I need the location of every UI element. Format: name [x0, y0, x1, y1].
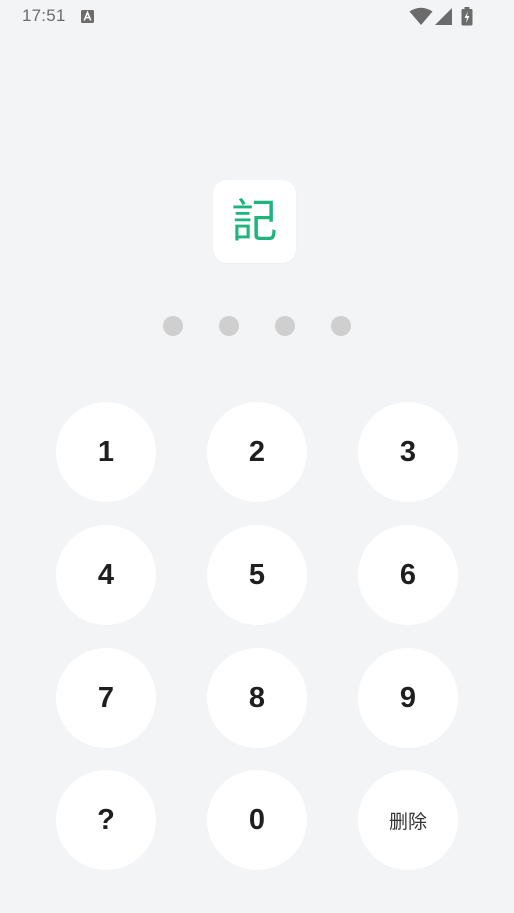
help-button-label: ? — [97, 803, 115, 836]
pin-dot-3 — [275, 316, 295, 336]
pin-dot-1 — [163, 316, 183, 336]
key-4-label: 4 — [97, 558, 115, 591]
signal-icon — [435, 8, 452, 25]
key-1[interactable]: 1 — [56, 402, 156, 502]
key-8[interactable]: 8 — [207, 648, 307, 748]
key-3-label: 3 — [399, 435, 417, 468]
status-bar: 17:51 — [0, 0, 514, 34]
key-4[interactable]: 4 — [56, 525, 156, 625]
delete-button[interactable]: 删除 — [358, 770, 458, 870]
key-8-label: 8 — [248, 681, 266, 714]
app-logo-char: 記 — [231, 194, 278, 248]
key-7[interactable]: 7 — [56, 648, 156, 748]
pin-dot-2 — [219, 316, 239, 336]
wifi-icon — [409, 7, 433, 25]
key-9-label: 9 — [399, 681, 417, 714]
key-6-label: 6 — [399, 558, 417, 591]
key-9[interactable]: 9 — [358, 648, 458, 748]
key-2-label: 2 — [248, 435, 266, 468]
help-button[interactable]: ? — [56, 770, 156, 870]
key-5-label: 5 — [248, 558, 266, 591]
a-box-icon — [81, 10, 94, 23]
key-2[interactable]: 2 — [207, 402, 307, 502]
key-5[interactable]: 5 — [207, 525, 307, 625]
pin-dot-4 — [331, 316, 351, 336]
app-logo: 記 — [213, 180, 296, 263]
status-time: 17:51 — [22, 6, 66, 25]
battery-charging-icon — [461, 7, 473, 26]
key-1-label: 1 — [97, 435, 115, 468]
key-3[interactable]: 3 — [358, 402, 458, 502]
key-6[interactable]: 6 — [358, 525, 458, 625]
key-0[interactable]: 0 — [207, 770, 307, 870]
delete-button-label: 删除 — [388, 810, 427, 833]
key-0-label: 0 — [248, 803, 266, 836]
key-7-label: 7 — [97, 681, 115, 714]
